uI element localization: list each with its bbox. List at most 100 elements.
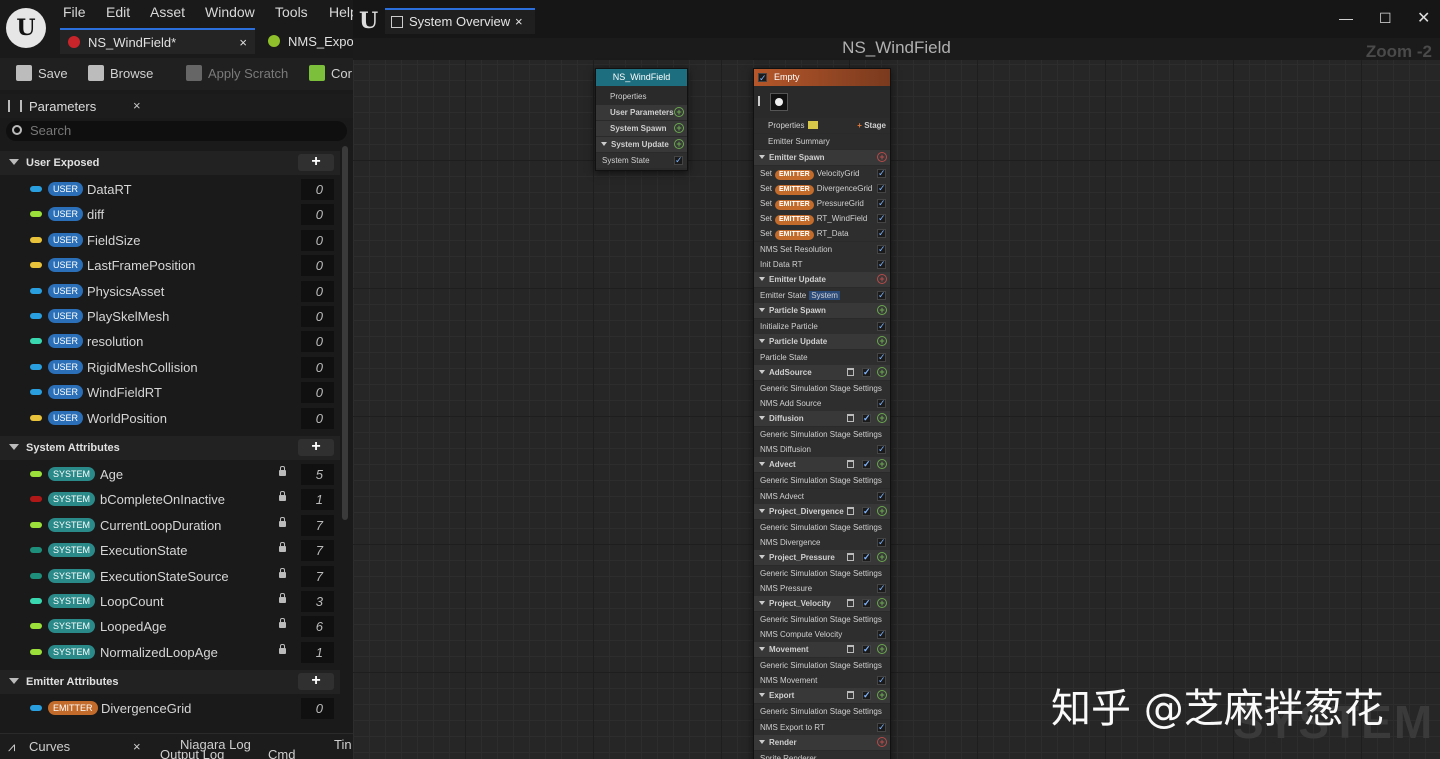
system-spawn-row[interactable]: System Spawn +	[596, 121, 687, 136]
stack-module-row[interactable]: NMS Movement	[754, 673, 890, 689]
collapse-icon[interactable]	[759, 554, 765, 559]
parameter-value[interactable]: 1	[301, 489, 334, 511]
enable-checkbox[interactable]	[877, 166, 886, 181]
collapse-icon[interactable]	[759, 155, 765, 159]
unreal-logo-icon[interactable]: U	[6, 8, 46, 48]
collapse-icon[interactable]	[759, 276, 765, 281]
emitter-node[interactable]: Empty Properties + Stage Emitter Summary…	[753, 68, 891, 759]
maximize-icon[interactable]: ☐	[1379, 10, 1392, 27]
scrollbar[interactable]	[342, 146, 348, 520]
enable-checkbox[interactable]	[862, 411, 871, 426]
stack-group-header[interactable]: Diffusion +	[754, 411, 890, 427]
parameter-row[interactable]: SYSTEM ExecutionStateSource 7	[0, 564, 340, 589]
delete-icon[interactable]	[847, 460, 854, 469]
enable-checkbox[interactable]	[877, 581, 886, 596]
parameter-value[interactable]: 7	[301, 540, 334, 562]
parameter-row[interactable]: SYSTEM LoopCount 3	[0, 589, 340, 614]
stack-module-row[interactable]: Sprite Renderer	[754, 750, 890, 759]
menu-asset[interactable]: Asset	[150, 4, 185, 20]
tab-curves[interactable]: Curves	[29, 739, 70, 754]
close-icon[interactable]: ×	[515, 10, 523, 34]
parameter-row[interactable]: USER PhysicsAsset 0	[0, 279, 340, 304]
tab-system-overview[interactable]: System Overview ×	[385, 8, 535, 34]
enable-checkbox[interactable]	[877, 211, 886, 226]
enable-checkbox[interactable]	[877, 627, 886, 642]
parameter-row[interactable]: SYSTEM LoopedAge 6	[0, 614, 340, 639]
delete-icon[interactable]	[847, 599, 854, 607]
enable-checkbox[interactable]	[877, 226, 886, 241]
parameter-row[interactable]: USER resolution 0	[0, 329, 340, 354]
collapse-icon[interactable]	[9, 678, 19, 684]
close-icon[interactable]: ×	[239, 35, 247, 50]
stack-module-row[interactable]: NMS Add Source	[754, 396, 890, 412]
stack-module-row[interactable]: Generic Simulation Stage Settings	[754, 427, 890, 443]
stack-group-header[interactable]: Emitter Update +	[754, 271, 890, 287]
parameter-value[interactable]: 0	[301, 356, 334, 378]
add-stage-button[interactable]: + Stage	[857, 118, 886, 133]
parameter-row[interactable]: USER FieldSize 0	[0, 228, 340, 253]
enable-checkbox[interactable]	[877, 720, 886, 735]
stack-module-row[interactable]: Generic Simulation Stage Settings	[754, 658, 890, 674]
stack-module-row[interactable]: Set EMITTER RT_WindField	[754, 211, 890, 227]
parameter-value[interactable]: 0	[301, 306, 334, 327]
enable-checkbox[interactable]	[862, 504, 871, 519]
parameter-row[interactable]: USER RigidMeshCollision 0	[0, 355, 340, 380]
close-window-icon[interactable]: ✕	[1417, 8, 1430, 28]
collapse-icon[interactable]	[759, 462, 765, 467]
delete-icon[interactable]	[847, 506, 854, 515]
collapse-icon[interactable]	[759, 370, 765, 374]
parameter-row[interactable]: USER WorldPosition 0	[0, 406, 340, 431]
user-parameters-row[interactable]: User Parameters +	[596, 105, 687, 120]
add-module-icon[interactable]: +	[877, 459, 887, 470]
parameter-value[interactable]: 0	[301, 204, 334, 226]
enable-checkbox[interactable]	[877, 442, 886, 457]
add-module-icon[interactable]: +	[877, 335, 887, 346]
stack-module-row[interactable]: Generic Simulation Stage Settings	[754, 704, 890, 720]
parameter-row[interactable]: EMITTER DivergenceGrid 0	[0, 696, 340, 721]
stack-module-row[interactable]: Set EMITTER DivergenceGrid	[754, 181, 890, 197]
parameter-value[interactable]: 0	[301, 255, 334, 277]
enable-checkbox[interactable]	[877, 319, 886, 334]
stack-module-row[interactable]: Generic Simulation Stage Settings	[754, 381, 890, 396]
stack-group-header[interactable]: Emitter Spawn +	[754, 150, 890, 165]
section-header[interactable]: User Exposed +	[0, 151, 340, 175]
add-module-icon[interactable]: +	[877, 644, 887, 655]
system-properties-row[interactable]: Properties	[596, 89, 687, 104]
enable-checkbox[interactable]	[877, 242, 886, 257]
apply-scratch-button[interactable]: Apply Scratch	[186, 65, 288, 81]
parameter-row[interactable]: USER diff 0	[0, 202, 340, 227]
parameter-value[interactable]: 0	[301, 179, 334, 200]
enable-checkbox[interactable]	[862, 365, 871, 380]
stack-group-header[interactable]: Movement +	[754, 642, 890, 658]
enable-checkbox[interactable]	[877, 288, 886, 303]
parameter-value[interactable]: 0	[301, 698, 334, 719]
add-module-icon[interactable]: +	[877, 736, 887, 747]
stack-module-row[interactable]: NMS Advect	[754, 488, 890, 504]
delete-icon[interactable]	[847, 645, 854, 654]
stack-group-header[interactable]: Particle Update +	[754, 333, 890, 349]
parameter-value[interactable]: 0	[301, 331, 334, 353]
parameter-row[interactable]: SYSTEM NormalizedLoopAge 1	[0, 640, 340, 665]
parameter-value[interactable]: 0	[301, 229, 334, 251]
collapse-icon[interactable]	[759, 647, 765, 652]
parameter-row[interactable]: USER PlaySkelMesh 0	[0, 304, 340, 329]
menu-edit[interactable]: Edit	[106, 4, 130, 20]
stack-module-row[interactable]: NMS Diffusion	[754, 442, 890, 458]
delete-icon[interactable]	[847, 368, 854, 376]
delete-icon[interactable]	[847, 691, 854, 700]
close-icon[interactable]: ×	[133, 739, 141, 754]
stack-group-header[interactable]: Advect +	[754, 457, 890, 473]
system-state-row[interactable]: System State	[596, 153, 687, 168]
stack-module-row[interactable]: Generic Simulation Stage Settings	[754, 612, 890, 627]
collapse-icon[interactable]	[759, 307, 765, 312]
stack-group-header[interactable]: Particle Spawn +	[754, 302, 890, 318]
collapse-icon[interactable]	[9, 444, 19, 450]
menu-tools[interactable]: Tools	[275, 4, 308, 20]
enable-checkbox[interactable]	[877, 257, 886, 272]
add-parameter-button[interactable]: +	[298, 154, 334, 171]
stack-group-header[interactable]: AddSource +	[754, 365, 890, 380]
stack-module-row[interactable]: Generic Simulation Stage Settings	[754, 565, 890, 581]
add-module-icon[interactable]: +	[877, 413, 887, 424]
stack-group-header[interactable]: Project_Pressure +	[754, 549, 890, 565]
enable-checkbox[interactable]	[862, 457, 871, 472]
